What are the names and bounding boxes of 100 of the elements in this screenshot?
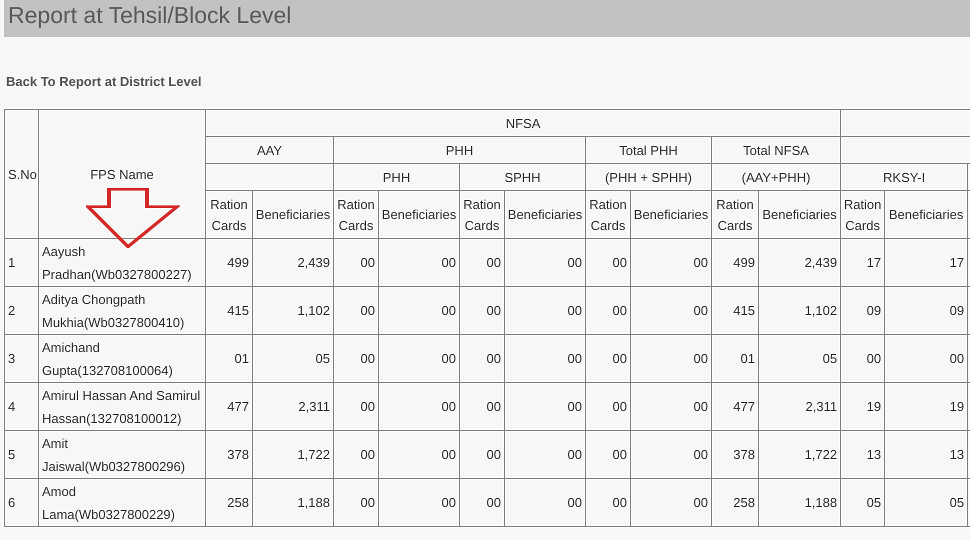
table-cell: 00 — [504, 334, 586, 382]
column-header: Ration Cards — [334, 190, 378, 238]
column-header: Beneficiaries — [884, 190, 968, 238]
table-cell: 00 — [504, 430, 586, 478]
column-header: Beneficiaries — [504, 190, 586, 238]
table-cell: 00 — [630, 334, 712, 382]
column-header: Ration Cards — [460, 190, 504, 238]
back-link[interactable]: Back To Report at District Level — [6, 74, 202, 89]
serial-cell: 3 — [4, 334, 38, 382]
table-cell: 00 — [586, 382, 630, 430]
column-header: Ration Cards — [840, 190, 885, 238]
column-header: (AAY+PHH) — [712, 164, 841, 190]
column-header: AAY — [206, 136, 334, 164]
table-cell: 00 — [460, 382, 504, 430]
table-cell: 01 — [712, 334, 758, 382]
table-cell: 258 — [712, 478, 758, 526]
table-cell: 415 — [712, 286, 758, 334]
column-header: Total NFSA — [712, 136, 841, 164]
table-cell: 00 — [334, 334, 378, 382]
fps-name-cell: Aditya Chongpath Mukhia(Wb0327800410) — [38, 286, 206, 334]
serial-cell: 5 — [4, 430, 38, 478]
fps-name-cell: Amod Lama(Wb0327800229) — [38, 478, 206, 526]
table-cell: 00 — [504, 478, 586, 526]
table-cell: 2,439 — [758, 238, 841, 286]
table-cell: 499 — [712, 238, 758, 286]
column-header: NFSA — [206, 110, 841, 136]
table-cell: 00 — [460, 334, 504, 382]
table-cell: 19 — [840, 382, 885, 430]
table-cell: 13 — [884, 430, 968, 478]
table-cell: 2,311 — [758, 382, 841, 430]
table-cell: 05 — [840, 478, 885, 526]
table-cell: 00 — [840, 334, 885, 382]
table-cell: 00 — [378, 382, 460, 430]
table-cell: 00 — [586, 334, 630, 382]
table-cell: 13 — [840, 430, 885, 478]
table-cell: 00 — [630, 478, 712, 526]
table-cell: 1,102 — [252, 286, 334, 334]
table-cell: 00 — [630, 382, 712, 430]
column-header: Beneficiaries — [758, 190, 841, 238]
table-cell: 477 — [712, 382, 758, 430]
table-cell: 1,188 — [252, 478, 334, 526]
table-cell: 00 — [586, 238, 630, 286]
serial-cell: 4 — [4, 382, 38, 430]
table-cell: 00 — [630, 430, 712, 478]
table-cell: 19 — [884, 382, 968, 430]
table-cell: 00 — [460, 286, 504, 334]
table-cell: 1,102 — [758, 286, 841, 334]
table-cell: 17 — [840, 238, 885, 286]
table-cell: 378 — [712, 430, 758, 478]
table-cell: 00 — [460, 478, 504, 526]
table-cell: 09 — [884, 286, 968, 334]
column-header: PHH — [334, 136, 586, 164]
table-cell: 00 — [334, 286, 378, 334]
serial-cell: 2 — [4, 286, 38, 334]
column-header: (PHH + SPHH) — [586, 164, 712, 190]
table-cell: 00 — [334, 478, 378, 526]
table-cell: 1,722 — [252, 430, 334, 478]
table-cell: 258 — [206, 478, 252, 526]
table-cell: 00 — [504, 286, 586, 334]
fps-name-cell: Aayush Pradhan(Wb0327800227) — [38, 238, 206, 286]
table-cell: 00 — [378, 334, 460, 382]
table-cell: 00 — [504, 238, 586, 286]
column-header: Beneficiaries — [630, 190, 712, 238]
table-cell: 00 — [378, 478, 460, 526]
table-cell: 00 — [586, 286, 630, 334]
table-cell: 00 — [884, 334, 968, 382]
column-header: Beneficiaries — [252, 190, 334, 238]
table-cell: 1,188 — [758, 478, 841, 526]
table-cell: 17 — [884, 238, 968, 286]
table-cell: 05 — [884, 478, 968, 526]
fps-name-cell: Amit Jaiswal(Wb0327800296) — [38, 430, 206, 478]
column-header: Beneficiaries — [378, 190, 460, 238]
table-cell: 00 — [378, 430, 460, 478]
column-header: Ration Cards — [586, 190, 630, 238]
table-cell: 00 — [460, 238, 504, 286]
table-cell: 477 — [206, 382, 252, 430]
table-cell: 05 — [252, 334, 334, 382]
table-cell: 2,311 — [252, 382, 334, 430]
table-cell: 01 — [206, 334, 252, 382]
fps-name-cell: Amirul Hassan And Samirul Hassan(132708100012) — [38, 382, 206, 430]
table-cell: 00 — [378, 286, 460, 334]
table-cell: 00 — [586, 478, 630, 526]
table-cell: 05 — [758, 334, 841, 382]
table-cell: 00 — [334, 238, 378, 286]
serial-cell: 1 — [4, 238, 38, 286]
column-header: PHH — [334, 164, 460, 190]
page-title: Report at Tehsil/Block Level — [8, 1, 292, 30]
table-cell: 415 — [206, 286, 252, 334]
table-cell: 378 — [206, 430, 252, 478]
table-cell: 00 — [334, 382, 378, 430]
table-cell: 09 — [840, 286, 885, 334]
table-cell: 00 — [460, 430, 504, 478]
table-cell: 499 — [206, 238, 252, 286]
table-cell: 00 — [334, 430, 378, 478]
fps-name-cell: Amichand Gupta(132708100064) — [38, 334, 206, 382]
table-cell: 00 — [378, 238, 460, 286]
column-header: Ration Cards — [206, 190, 252, 238]
table-cell: 1,722 — [758, 430, 841, 478]
table-cell: 2,439 — [252, 238, 334, 286]
column-header: RKSY-I — [840, 164, 968, 190]
